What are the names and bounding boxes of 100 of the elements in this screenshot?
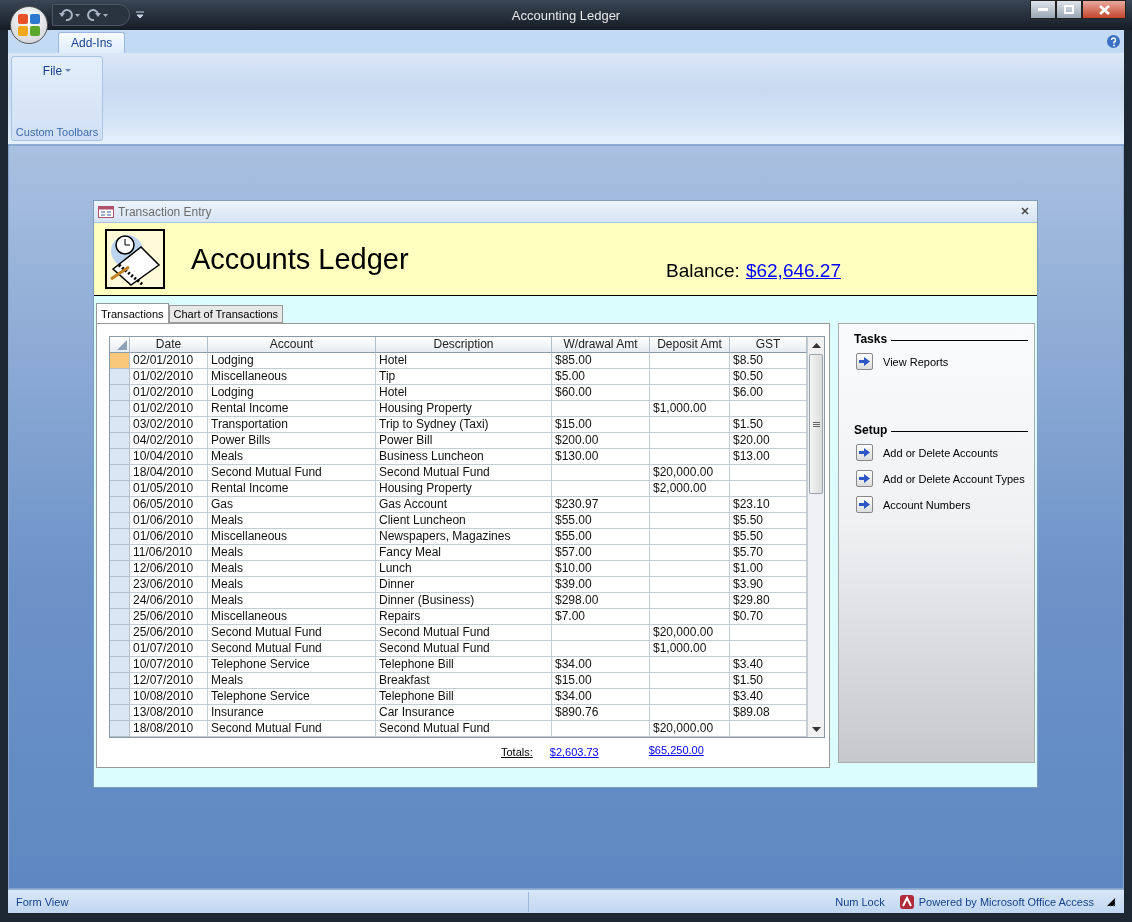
column-header[interactable]: Deposit Amt [650,337,730,353]
record-selector[interactable] [110,609,130,625]
column-header[interactable]: Account [208,337,376,353]
table-cell: Newspapers, Magazines [376,529,552,545]
table-cell: Hotel [376,353,552,369]
grip-icon [812,421,820,427]
column-header[interactable]: GST [730,337,807,353]
form-title: Transaction Entry [118,204,212,219]
table-cell: Rental Income [208,401,376,417]
column-header[interactable]: Date [130,337,208,353]
resize-grip-icon[interactable] [1106,896,1116,907]
table-cell: Second Mutual Fund [208,641,376,657]
table-cell: Miscellaneous [208,369,376,385]
form-tab[interactable]: Transactions [96,303,169,323]
redo-icon[interactable] [87,9,109,21]
table-cell: Breakfast [376,673,552,689]
table-cell: $1.00 [730,561,807,577]
record-selector[interactable] [110,577,130,593]
table-cell: $130.00 [552,449,650,465]
table-cell: 01/02/2010 [130,385,208,401]
record-selector[interactable] [110,417,130,433]
column-header[interactable]: Description [376,337,552,353]
balance-label: Balance: [665,260,740,282]
record-selector[interactable] [110,705,130,721]
select-all-corner[interactable] [110,337,130,353]
record-selector[interactable] [110,721,130,737]
table-cell: 12/06/2010 [130,561,208,577]
form-icon [98,205,114,218]
record-selector[interactable] [110,689,130,705]
go-button[interactable] [856,353,873,370]
scroll-down-icon[interactable] [811,726,821,732]
table-cell: $7.00 [552,609,650,625]
table-cell: Second Mutual Fund [208,465,376,481]
table-cell: 01/06/2010 [130,529,208,545]
task-label: Account Numbers [883,498,971,511]
table-cell: Meals [208,545,376,561]
table-cell: Business Luncheon [376,449,552,465]
table-cell: 01/02/2010 [130,401,208,417]
table-cell: $23.10 [730,497,807,513]
table-cell: Power Bill [376,433,552,449]
table-cell: $3.40 [730,689,807,705]
record-selector[interactable] [110,625,130,641]
table-cell: $3.40 [730,657,807,673]
go-button[interactable] [856,444,873,461]
table-cell: $89.08 [730,705,807,721]
record-selector[interactable] [110,433,130,449]
record-selector[interactable] [110,369,130,385]
table-cell: $20,000.00 [650,625,730,641]
office-button[interactable] [10,6,48,44]
close-button[interactable] [1082,0,1126,19]
table-cell: $55.00 [552,513,650,529]
form-tab[interactable]: Chart of Transactions [168,305,284,323]
record-selector[interactable] [110,673,130,689]
balance-link[interactable]: $62,646.27 [745,260,841,282]
go-button[interactable] [856,470,873,487]
close-button[interactable] [1021,206,1031,217]
customize-toolbar-icon[interactable] [136,11,144,19]
file-menu-button[interactable]: File [36,63,78,79]
table-cell: Miscellaneous [208,529,376,545]
table-cell: $29.80 [730,593,807,609]
record-selector[interactable] [110,561,130,577]
view-status: Form View [16,895,69,908]
minimize-button[interactable] [1030,0,1056,19]
record-selector[interactable] [110,545,130,561]
table-cell: Telephone Bill [376,657,552,673]
record-selector[interactable] [110,449,130,465]
record-selector[interactable] [110,641,130,657]
num-lock-status: Num Lock [835,895,885,908]
record-selector[interactable] [110,353,130,369]
record-selector[interactable] [110,465,130,481]
table-cell: 12/07/2010 [130,673,208,689]
scroll-up-icon[interactable] [811,342,821,348]
record-selector[interactable] [110,513,130,529]
table-cell: Repairs [376,609,552,625]
record-selector[interactable] [110,401,130,417]
help-icon[interactable] [1107,35,1120,48]
table-cell: Lodging [208,353,376,369]
table-cell: 24/06/2010 [130,593,208,609]
go-button[interactable] [856,496,873,513]
table-cell: Car Insurance [376,705,552,721]
record-selector[interactable] [110,593,130,609]
record-selector[interactable] [110,657,130,673]
table-cell: $85.00 [552,353,650,369]
undo-icon[interactable] [59,9,81,21]
withdrawal-total-link[interactable]: $2,603.73 [549,746,599,758]
table-cell: $1.50 [730,417,807,433]
arrow-right-icon [859,474,870,483]
record-selector[interactable] [110,497,130,513]
table-cell: 10/04/2010 [130,449,208,465]
record-selector[interactable] [110,529,130,545]
scrollbar[interactable] [807,337,824,737]
maximize-button[interactable] [1056,0,1082,19]
table-cell: Tip [376,369,552,385]
ribbon-tab[interactable]: Add-Ins [58,32,126,53]
record-selector[interactable] [110,385,130,401]
record-selector[interactable] [110,481,130,497]
deposit-total-link[interactable]: $65,250.00 [648,744,704,758]
column-header[interactable]: W/drawal Amt [552,337,650,353]
table-cell: Insurance [208,705,376,721]
minimize-icon [1038,7,1048,12]
